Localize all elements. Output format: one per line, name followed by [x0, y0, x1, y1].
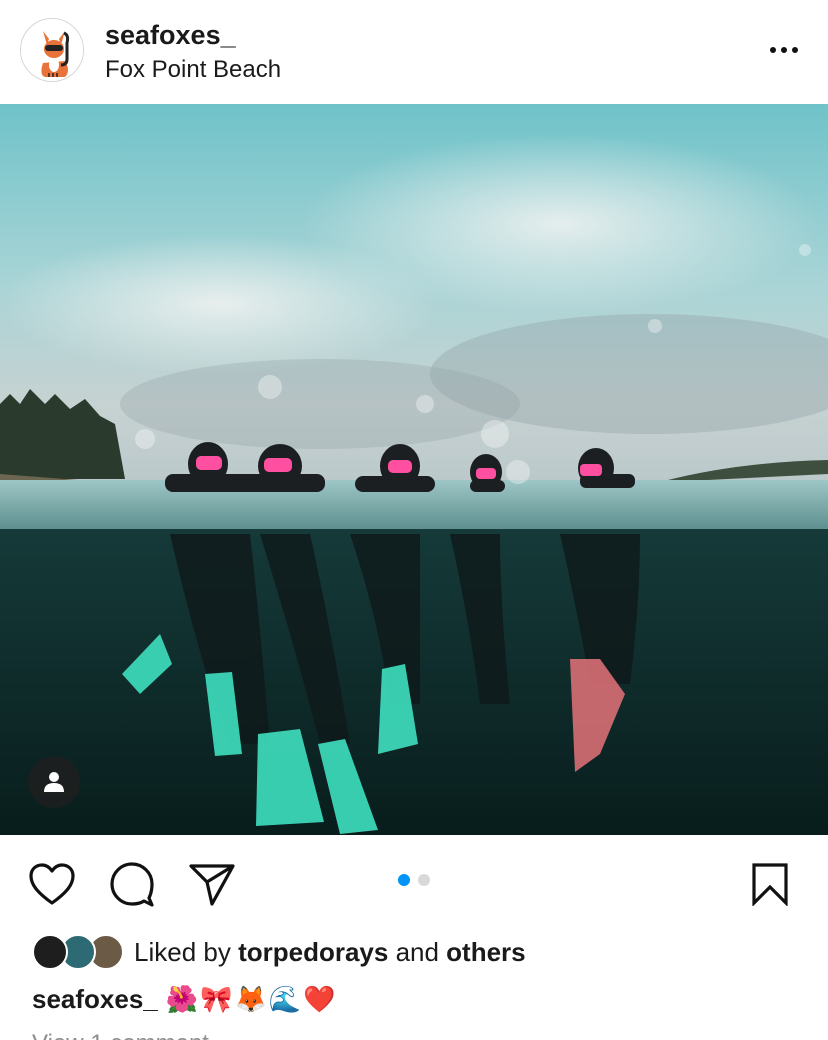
- caption-text: 🌺🎀🦊🌊❤️: [165, 985, 338, 1015]
- likes-text: Liked by torpedorays and others: [134, 936, 526, 967]
- post-photo[interactable]: [0, 104, 828, 835]
- divers-photo: [0, 104, 828, 835]
- liker-username[interactable]: torpedorays: [238, 937, 388, 967]
- more-options-icon[interactable]: [762, 38, 806, 62]
- send-icon[interactable]: [188, 862, 236, 906]
- carousel-dot: [418, 874, 430, 886]
- carousel-dot-active: [398, 874, 410, 886]
- post-username[interactable]: seafoxes_: [105, 20, 236, 51]
- profile-avatar[interactable]: [20, 18, 84, 82]
- view-comments-link[interactable]: View 1 comment: [32, 1030, 209, 1040]
- heart-icon[interactable]: [28, 862, 76, 906]
- bookmark-icon[interactable]: [750, 862, 790, 906]
- carousel-indicator: [398, 874, 430, 886]
- liker-avatar: [32, 934, 68, 970]
- fox-logo-icon: [21, 19, 83, 81]
- comment-icon[interactable]: [108, 860, 156, 908]
- likes-others[interactable]: others: [446, 937, 525, 967]
- person-icon: [44, 772, 64, 792]
- post-caption: seafoxes_ 🌺🎀🦊🌊❤️: [32, 984, 338, 1015]
- liker-avatars: [32, 934, 124, 970]
- post-header: seafoxes_ Fox Point Beach: [0, 0, 828, 104]
- post-location[interactable]: Fox Point Beach: [105, 56, 281, 84]
- likes-row[interactable]: Liked by torpedorays and others: [32, 932, 526, 972]
- caption-username[interactable]: seafoxes_: [32, 984, 158, 1014]
- tagged-people-button[interactable]: [28, 756, 80, 808]
